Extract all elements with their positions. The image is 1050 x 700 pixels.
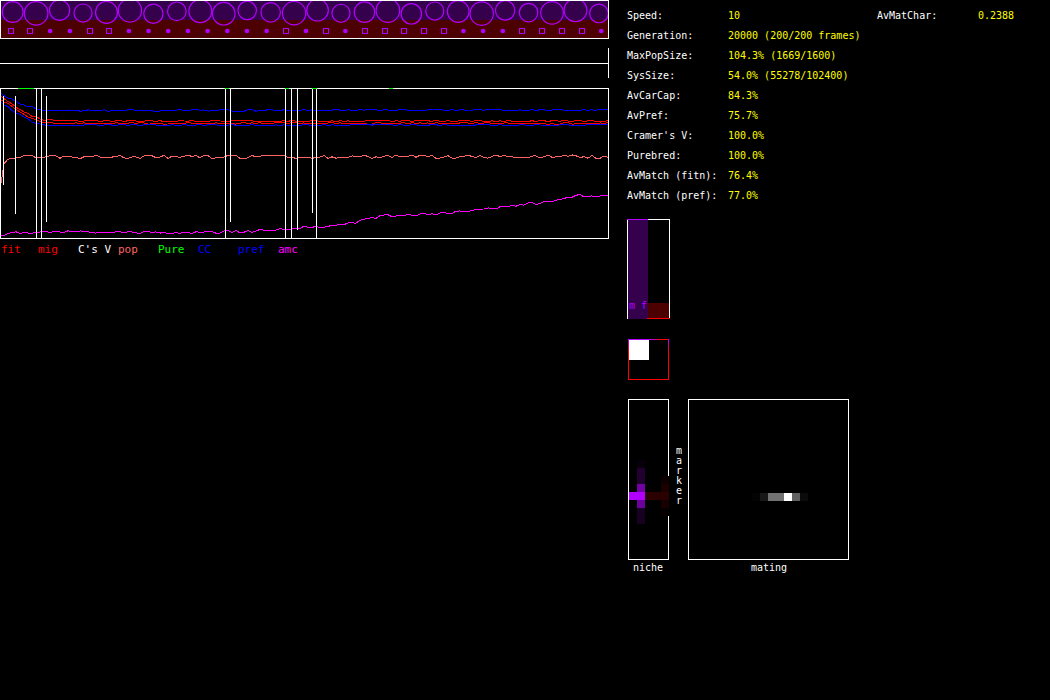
legend-item-pref: pref xyxy=(238,244,265,256)
selection-square xyxy=(629,340,649,360)
mating-label: mating xyxy=(751,562,787,574)
stat-value: 77.0% xyxy=(728,190,758,202)
stat-value: 76.4% xyxy=(728,170,758,182)
density-cell xyxy=(637,492,645,500)
density-cell xyxy=(637,468,645,476)
legend-item-mig: mig xyxy=(38,244,58,256)
legend-item-csv: C's V xyxy=(78,244,111,256)
stat-value: 84.3% xyxy=(728,90,758,102)
agents-graphic xyxy=(1,1,608,38)
density-cell xyxy=(661,500,669,508)
legend-item-pop: pop xyxy=(118,244,138,256)
density-cell xyxy=(653,492,661,500)
density-cell xyxy=(661,484,669,492)
density-cell xyxy=(800,493,808,501)
density-cell xyxy=(637,508,645,516)
density-cell xyxy=(661,476,669,484)
stat-value: 100.0% xyxy=(728,150,764,162)
stat-label: AvMatch (pref): xyxy=(627,190,717,202)
density-cell xyxy=(661,492,669,500)
stat-label: AvMatch (fitn): xyxy=(627,170,717,182)
density-cell xyxy=(768,493,776,501)
stat-value: 104.3% (1669/1600) xyxy=(728,50,836,62)
stat-label: Cramer's V: xyxy=(627,130,693,142)
stat-value: 10 xyxy=(728,10,740,22)
legend-item-fit: fit xyxy=(1,244,21,256)
stat-value: 75.7% xyxy=(728,110,758,122)
stat-value: 20000 (200/200 frames) xyxy=(728,30,860,42)
stat-label: Generation: xyxy=(627,30,693,42)
stat-label: Purebred: xyxy=(627,150,681,162)
legend-item-cc: CC xyxy=(198,244,211,256)
density-cell xyxy=(637,500,645,508)
sex-labels: m f xyxy=(629,301,647,311)
empty-band-tick xyxy=(608,48,609,78)
stat-value: 54.0% (55278/102400) xyxy=(728,70,848,82)
density-cell xyxy=(760,493,768,501)
stat-label: AvCarCap: xyxy=(627,90,681,102)
density-cell xyxy=(661,508,669,516)
density-cell xyxy=(629,492,637,500)
niche-label: niche xyxy=(633,562,663,574)
side-stat-label: AvMatChar: xyxy=(877,10,937,22)
sex-ratio-box: m f xyxy=(627,219,670,319)
density-cell xyxy=(752,493,760,501)
stat-label: Speed: xyxy=(627,10,663,22)
density-cell xyxy=(637,516,645,524)
density-cell xyxy=(792,493,800,501)
stat-label: AvPref: xyxy=(627,110,669,122)
female-bar xyxy=(648,303,669,319)
side-stat-row: AvMatChar: 0.2388 xyxy=(0,10,24,22)
sex-ratio-top-accent xyxy=(627,219,648,220)
marker-axis-label: marker xyxy=(675,446,683,506)
density-cell xyxy=(645,492,653,500)
density-cell xyxy=(784,493,792,501)
population-strip xyxy=(0,0,609,39)
marker-axis-char: r xyxy=(675,496,683,506)
mating-box xyxy=(688,399,849,560)
stat-value: 100.0% xyxy=(728,130,764,142)
stat-label: MaxPopSize: xyxy=(627,50,693,62)
legend-item-pure: Pure xyxy=(158,244,185,256)
history-chart xyxy=(0,88,609,239)
stat-label: SysSize: xyxy=(627,70,675,82)
density-cell xyxy=(637,476,645,484)
sex-ratio-baseline xyxy=(647,318,670,319)
density-cell xyxy=(637,460,645,468)
density-cell xyxy=(637,484,645,492)
empty-band-baseline xyxy=(0,63,609,64)
selection-box xyxy=(628,339,669,380)
side-stat-value: 0.2388 xyxy=(978,10,1014,22)
density-cell xyxy=(776,493,784,501)
legend-item-amc: amc xyxy=(278,244,298,256)
